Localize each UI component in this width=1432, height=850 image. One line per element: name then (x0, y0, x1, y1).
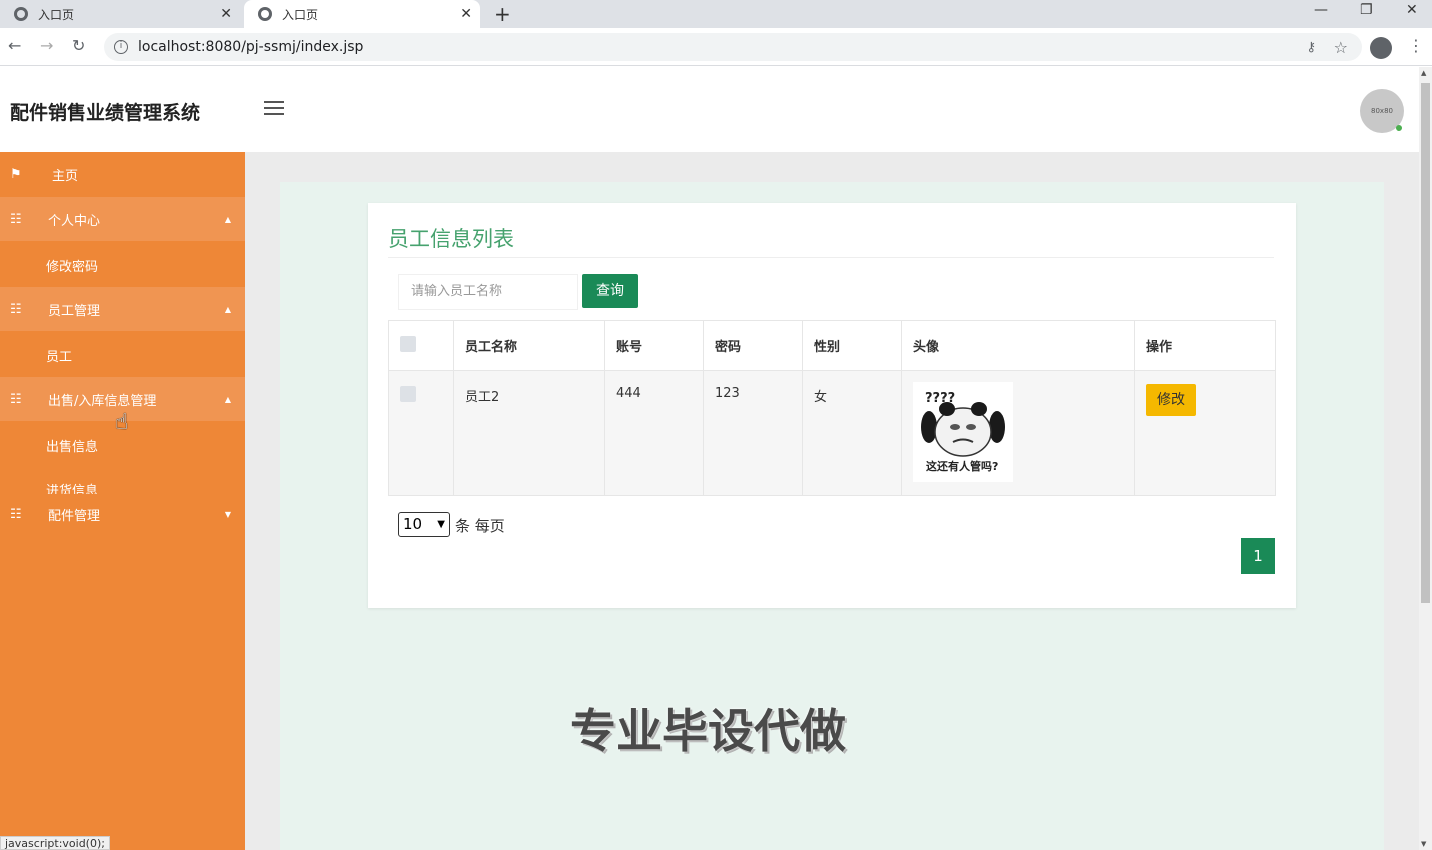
employee-avatar-image: ???? 这还有人管吗? (913, 382, 1013, 482)
app-header: 配件销售业绩管理系统 80x80 (0, 67, 1419, 152)
column-header: 操作 (1134, 320, 1276, 371)
sidebar-item-employee[interactable]: 员工 (46, 346, 72, 365)
app-brand: 配件销售业绩管理系统 (10, 102, 201, 124)
new-tab-icon[interactable]: + (494, 2, 511, 26)
online-status-dot (1396, 125, 1402, 131)
grid-icon: ☷ (10, 301, 22, 317)
gender-cell: 女 (802, 370, 902, 496)
bookmark-star-icon[interactable]: ☆ (1334, 38, 1348, 57)
per-page-label: 条 每页 (455, 517, 505, 535)
hand-cursor-icon: ☝ (115, 410, 129, 435)
browser-tab[interactable]: 入口页 ✕ (0, 0, 240, 28)
url-field[interactable]: i localhost:8080/pj-ssmj/index.jsp ⚷ ☆ (104, 33, 1362, 61)
meme-caption: 这还有人管吗? (926, 459, 998, 473)
forward-icon[interactable]: → (40, 36, 53, 55)
column-header: 性别 (802, 320, 902, 371)
chevron-down-icon: ▼ (437, 519, 445, 530)
globe-icon (258, 7, 272, 21)
menu-toggle-icon[interactable] (264, 101, 284, 117)
employee-table: 员工名称 账号 密码 性别 头像 操作 员工2 444 123 女 ???? 这… (388, 320, 1276, 496)
reload-icon[interactable]: ↻ (72, 36, 85, 55)
caret-up-icon: ▲ (224, 304, 231, 314)
page-title: 员工信息列表 (388, 227, 514, 251)
search-button[interactable]: 查询 (582, 274, 638, 308)
employee-name-cell: 员工2 (453, 370, 605, 496)
avatar-cell: ???? 这还有人管吗? (901, 370, 1135, 496)
profile-icon[interactable] (1370, 37, 1392, 59)
address-bar: ← → ↻ i localhost:8080/pj-ssmj/index.jsp… (0, 28, 1432, 66)
sidebar-group-personal[interactable]: ☷ 个人中心 ▲ (0, 197, 245, 241)
table-header-row: 员工名称 账号 密码 性别 头像 操作 (388, 320, 1276, 371)
select-all-cell (388, 320, 454, 371)
browser-tab-strip: 入口页 ✕ 入口页 ✕ + — ❐ ✕ (0, 0, 1432, 28)
back-icon[interactable]: ← (8, 36, 21, 55)
scrollbar-thumb[interactable] (1421, 83, 1430, 603)
tab-title: 入口页 (282, 7, 319, 22)
restore-icon[interactable]: ❐ (1360, 2, 1373, 18)
browser-status-bar: javascript:void(0); (0, 836, 110, 850)
flag-icon: ⚑ (10, 166, 22, 182)
divider (388, 257, 1274, 258)
tab-title: 入口页 (38, 7, 75, 22)
sidebar-group-parts[interactable]: ☷ 配件管理 ▼ (0, 492, 245, 536)
caret-up-icon: ▲ (224, 394, 231, 404)
window-close-icon[interactable]: ✕ (1406, 2, 1418, 18)
scroll-up-icon[interactable]: ▲ (1421, 69, 1426, 77)
url-text: localhost:8080/pj-ssmj/index.jsp (138, 39, 364, 55)
account-cell: 444 (604, 370, 704, 496)
edit-button[interactable]: 修改 (1146, 384, 1196, 416)
actions-cell: 修改 (1134, 370, 1276, 496)
info-icon[interactable]: i (114, 40, 128, 54)
watermark-text: 专业毕设代做 (570, 704, 846, 758)
password-cell: 123 (703, 370, 803, 496)
grid-icon: ☷ (10, 211, 22, 227)
browser-menu-icon[interactable]: ⋮ (1408, 36, 1424, 55)
table-row: 员工2 444 123 女 ???? 这还有人管吗? 修改 (388, 370, 1276, 496)
row-checkbox[interactable] (400, 386, 416, 402)
caret-up-icon: ▲ (224, 214, 231, 224)
page-size-select[interactable]: 10 ▼ (398, 512, 450, 537)
column-header: 账号 (604, 320, 704, 371)
close-tab-icon[interactable]: ✕ (220, 6, 232, 22)
globe-icon (14, 7, 28, 21)
sidebar-item-home[interactable]: ⚑ 主页 (0, 152, 245, 196)
sidebar-item-sales-info[interactable]: 出售信息 (46, 436, 98, 455)
user-avatar[interactable]: 80x80 (1360, 89, 1404, 133)
column-header: 密码 (703, 320, 803, 371)
column-header: 员工名称 (453, 320, 605, 371)
column-header: 头像 (901, 320, 1135, 371)
page-button-current[interactable]: 1 (1241, 538, 1275, 574)
search-input[interactable]: 请输入员工名称 (398, 274, 578, 310)
row-select-cell (388, 370, 454, 496)
minimize-icon[interactable]: — (1314, 2, 1328, 18)
sidebar-item-change-password[interactable]: 修改密码 (46, 256, 98, 275)
select-all-checkbox[interactable] (400, 335, 416, 352)
sidebar-group-employee[interactable]: ☷ 员工管理 ▲ (0, 287, 245, 331)
grid-icon: ☷ (10, 506, 22, 522)
scroll-down-icon[interactable]: ▼ (1421, 840, 1426, 848)
caret-down-icon: ▼ (224, 509, 231, 519)
grid-icon: ☷ (10, 391, 22, 407)
employee-list-card: 员工信息列表 请输入员工名称 查询 员工名称 账号 密码 性别 头像 操作 员工… (368, 203, 1296, 608)
key-icon[interactable]: ⚷ (1306, 40, 1316, 55)
browser-tab-active[interactable]: 入口页 ✕ (244, 0, 480, 28)
close-tab-icon[interactable]: ✕ (460, 6, 472, 22)
